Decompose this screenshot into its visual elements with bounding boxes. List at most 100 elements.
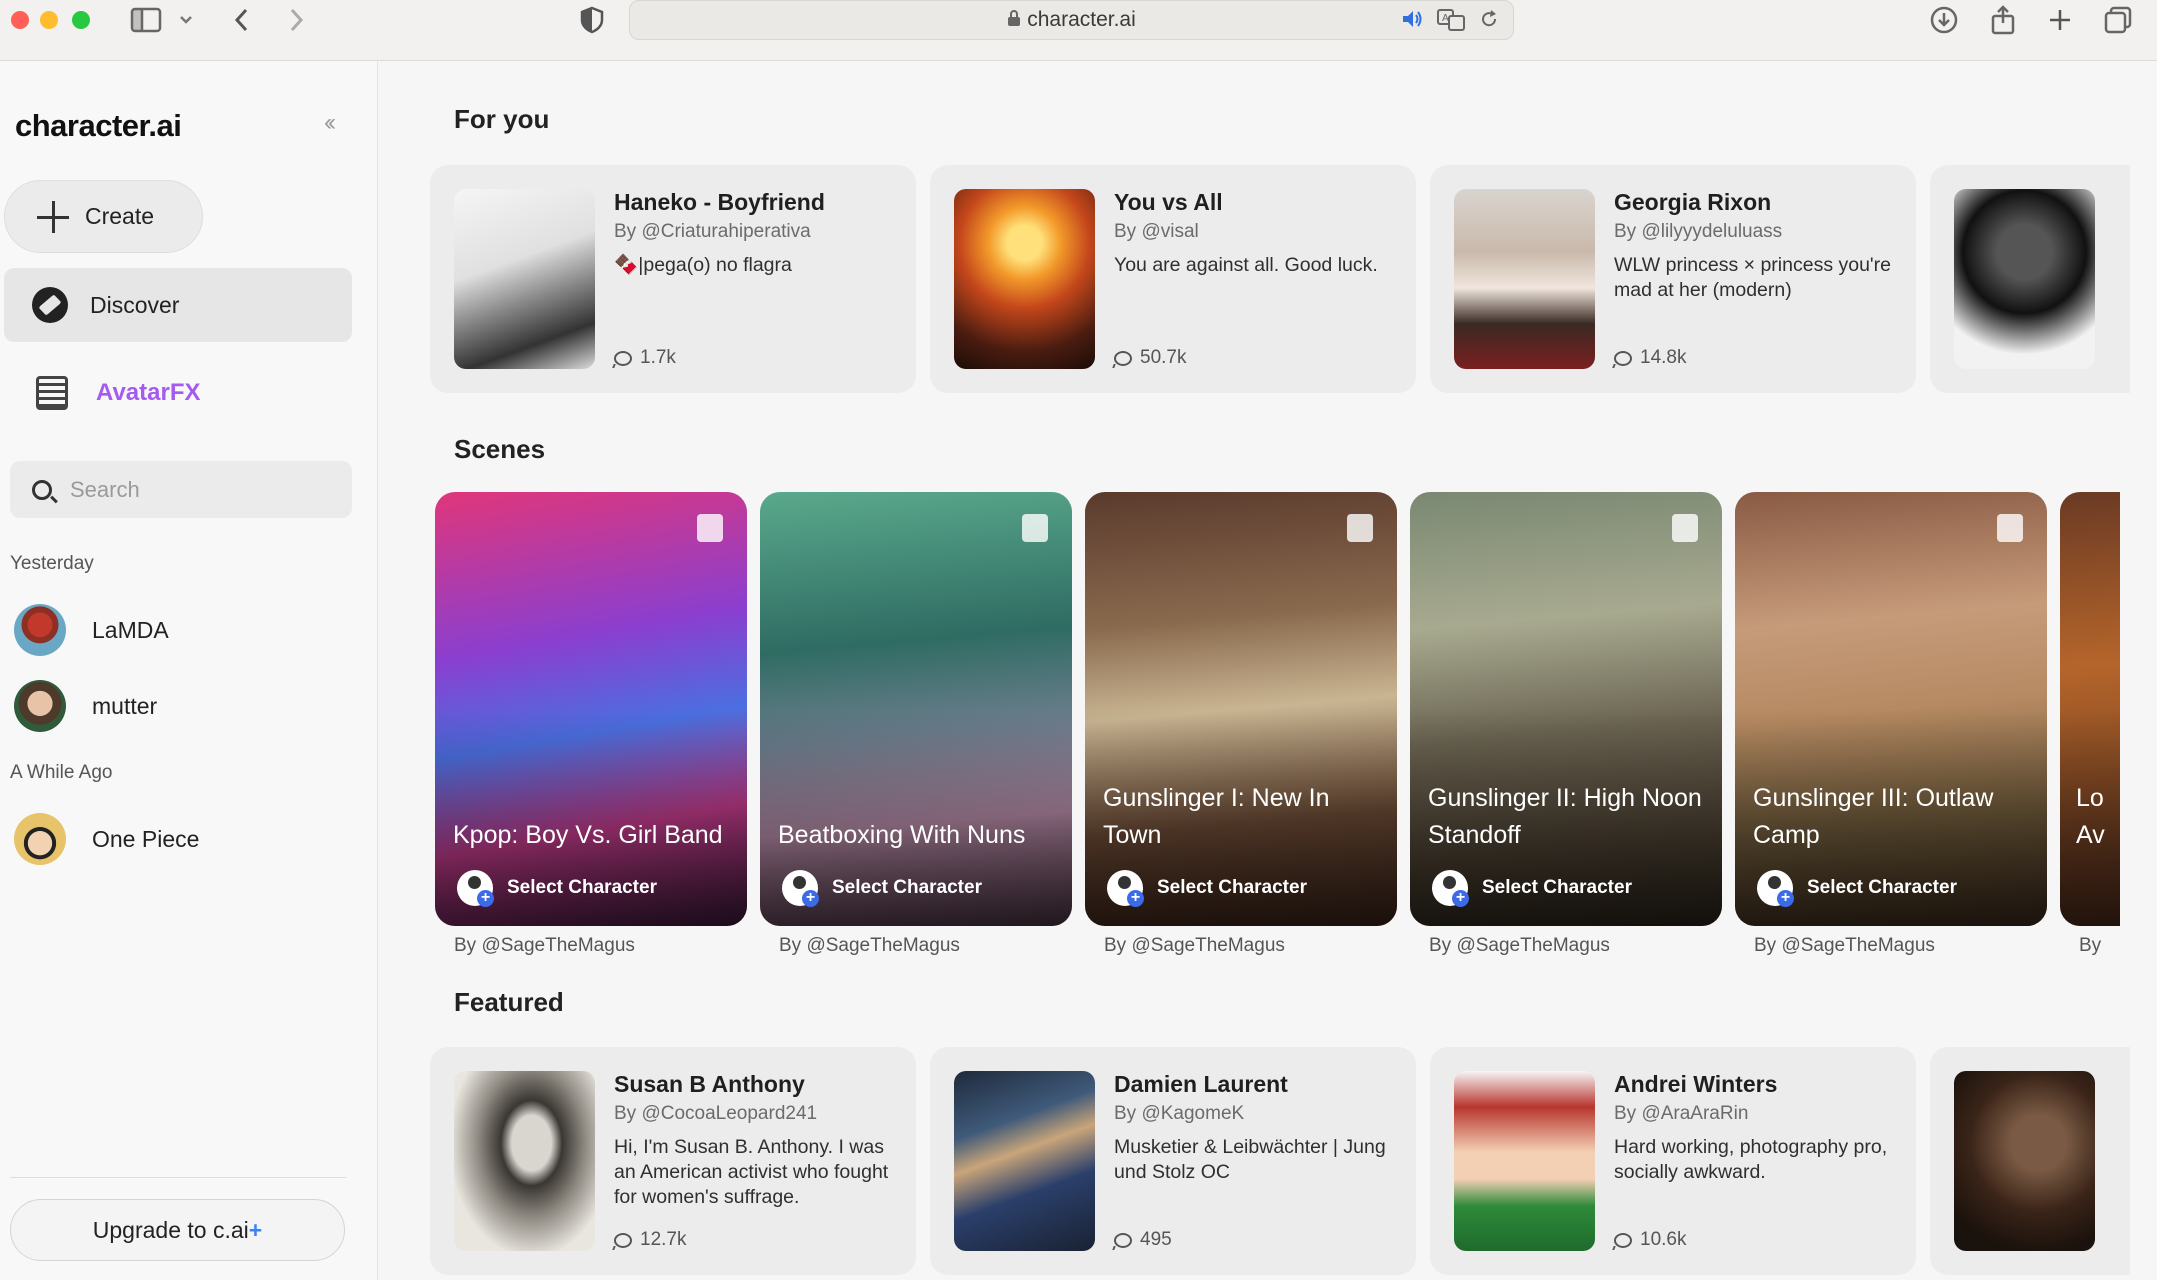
upgrade-button[interactable]: Upgrade to c.ai + — [10, 1199, 345, 1261]
translate-icon[interactable]: A — [1437, 9, 1465, 36]
new-tab-icon[interactable] — [2048, 4, 2072, 36]
add-character-icon — [782, 870, 819, 907]
select-character-button[interactable]: Select Character — [782, 870, 982, 907]
character-image — [454, 1071, 595, 1251]
character-name: Susan B Anthony — [614, 1071, 805, 1097]
select-character-button[interactable]: Select Character — [1107, 870, 1307, 907]
app-logo[interactable]: character.ai — [15, 108, 182, 144]
character-image — [954, 189, 1095, 369]
character-image — [1454, 1071, 1595, 1251]
scene-shade — [435, 492, 747, 926]
scene-title: Gunslinger II: High Noon Standoff — [1428, 784, 1702, 849]
privacy-shield-icon[interactable] — [580, 4, 604, 36]
character-name: Damien Laurent — [1114, 1071, 1288, 1097]
chat-name: mutter — [92, 692, 158, 719]
search-input[interactable] — [70, 476, 330, 503]
download-icon[interactable] — [1930, 4, 1958, 36]
character-image — [1954, 1071, 2095, 1251]
character-card-partial[interactable] — [1930, 165, 2130, 393]
scene-author[interactable]: By @SageTheMagus — [1754, 935, 1935, 957]
avatarfx-label: AvatarFX — [96, 379, 201, 406]
character-card[interactable]: Andrei Winters By @AraAraRin Hard workin… — [1430, 1047, 1916, 1275]
sidebar: character.ai ‹‹ Create Discover AvatarFX… — [0, 61, 378, 1280]
character-image — [1954, 189, 2095, 369]
chat-count: 495 — [1114, 1229, 1172, 1251]
compass-icon — [32, 287, 68, 323]
scene-card-partial[interactable]: Lo Av — [2060, 492, 2120, 926]
chevron-down-icon[interactable] — [178, 4, 194, 36]
back-icon[interactable] — [232, 4, 252, 36]
zoom-window-button[interactable] — [72, 11, 90, 29]
character-description: Musketier & Leibwächter | Jung und Stolz… — [1114, 1136, 1386, 1183]
add-character-icon — [457, 870, 494, 907]
select-character-button[interactable]: Select Character — [1757, 870, 1957, 907]
upgrade-plus: + — [248, 1216, 263, 1243]
speaker-icon[interactable] — [1401, 9, 1423, 36]
recent-chat-mutter[interactable]: mutter — [14, 678, 354, 734]
chat-bubble-icon — [1114, 1232, 1132, 1248]
select-character-button[interactable]: Select Character — [457, 870, 657, 907]
scene-title: Gunslinger III: Outlaw Camp — [1753, 784, 1994, 849]
character-author: By @AraAraRin — [1614, 1103, 1749, 1124]
character-card[interactable]: Susan B Anthony By @CocoaLeopard241 Hi, … — [430, 1047, 916, 1275]
sidebar-item-discover[interactable]: Discover — [4, 268, 352, 342]
scene-author[interactable]: By @SageTheMagus — [454, 935, 635, 957]
url-text: character.ai — [1027, 8, 1136, 31]
section-title-featured: Featured — [454, 987, 564, 1017]
upgrade-label: Upgrade to c.ai — [92, 1216, 249, 1243]
avatar — [14, 604, 66, 656]
chat-count: 12.7k — [614, 1229, 686, 1251]
scene-card[interactable]: Beatboxing With Nuns Select Character — [760, 492, 1072, 926]
recent-chat-lamda[interactable]: LaMDA — [14, 602, 354, 658]
collapse-sidebar-icon[interactable]: ‹‹ — [324, 109, 336, 137]
character-name: Georgia Rixon — [1614, 189, 1772, 215]
character-author: By @visal — [1114, 221, 1199, 242]
character-name: Andrei Winters — [1614, 1071, 1778, 1097]
scene-card[interactable]: Gunslinger II: High Noon Standoff Select… — [1410, 492, 1722, 926]
tab-overview-icon[interactable] — [2104, 4, 2132, 36]
sidebar-item-avatarfx[interactable]: AvatarFX — [4, 357, 352, 429]
scene-card[interactable]: Gunslinger III: Outlaw Camp Select Chara… — [1735, 492, 2047, 926]
chat-bubble-icon — [1114, 350, 1132, 366]
character-card[interactable]: Damien Laurent By @KagomeK Musketier & L… — [930, 1047, 1416, 1275]
character-name: You vs All — [1114, 189, 1223, 215]
address-bar[interactable]: character.ai A — [629, 0, 1514, 40]
chat-count: 50.7k — [1114, 347, 1186, 369]
chat-bubble-icon — [1614, 1232, 1632, 1248]
character-description: Hard working, photography pro, socially … — [1614, 1136, 1888, 1183]
scene-author[interactable]: By @SageTheMagus — [1429, 935, 1610, 957]
recent-chat-one-piece[interactable]: One Piece — [14, 811, 354, 867]
reload-icon[interactable] — [1479, 9, 1499, 36]
character-card[interactable]: Haneko - Boyfriend By @Criaturahiperativ… — [430, 165, 916, 393]
close-window-button[interactable] — [11, 11, 29, 29]
scene-shade — [760, 492, 1072, 926]
chat-bubble-icon — [614, 1232, 632, 1248]
character-card-partial[interactable] — [1930, 1047, 2130, 1275]
chat-name: One Piece — [92, 825, 200, 852]
character-author: By @KagomeK — [1114, 1103, 1245, 1124]
share-icon[interactable] — [1990, 4, 2016, 36]
sidebar-toggle-icon[interactable] — [130, 4, 162, 36]
create-button[interactable]: Create — [4, 180, 203, 253]
select-character-button[interactable]: Select Character — [1432, 870, 1632, 907]
character-description: Hi, I'm Susan B. Anthony. I was an Ameri… — [614, 1136, 889, 1208]
search-box[interactable] — [10, 461, 352, 518]
scene-author[interactable]: By @SageTheMagus — [1104, 935, 1285, 957]
character-description: 🍫|pega(o) no flagra — [614, 254, 792, 276]
scene-title: Lo Av — [2076, 784, 2105, 849]
character-card[interactable]: You vs All By @visal You are against all… — [930, 165, 1416, 393]
scene-shade — [1085, 492, 1397, 926]
search-icon — [32, 479, 52, 500]
chat-bubble-icon — [1614, 350, 1632, 366]
section-title-for-you: For you — [454, 104, 550, 134]
scene-author[interactable]: By — [2079, 935, 2101, 957]
minimize-window-button[interactable] — [40, 11, 58, 29]
scene-card[interactable]: Kpop: Boy Vs. Girl Band Select Character — [435, 492, 747, 926]
avatar — [14, 680, 66, 732]
plus-icon — [35, 199, 71, 235]
forward-icon[interactable] — [286, 4, 306, 36]
character-card[interactable]: Georgia Rixon By @lilyyydeluluass WLW pr… — [1430, 165, 1916, 393]
avatar — [14, 813, 66, 865]
scene-card[interactable]: Gunslinger I: New In Town Select Charact… — [1085, 492, 1397, 926]
scene-author[interactable]: By @SageTheMagus — [779, 935, 960, 957]
